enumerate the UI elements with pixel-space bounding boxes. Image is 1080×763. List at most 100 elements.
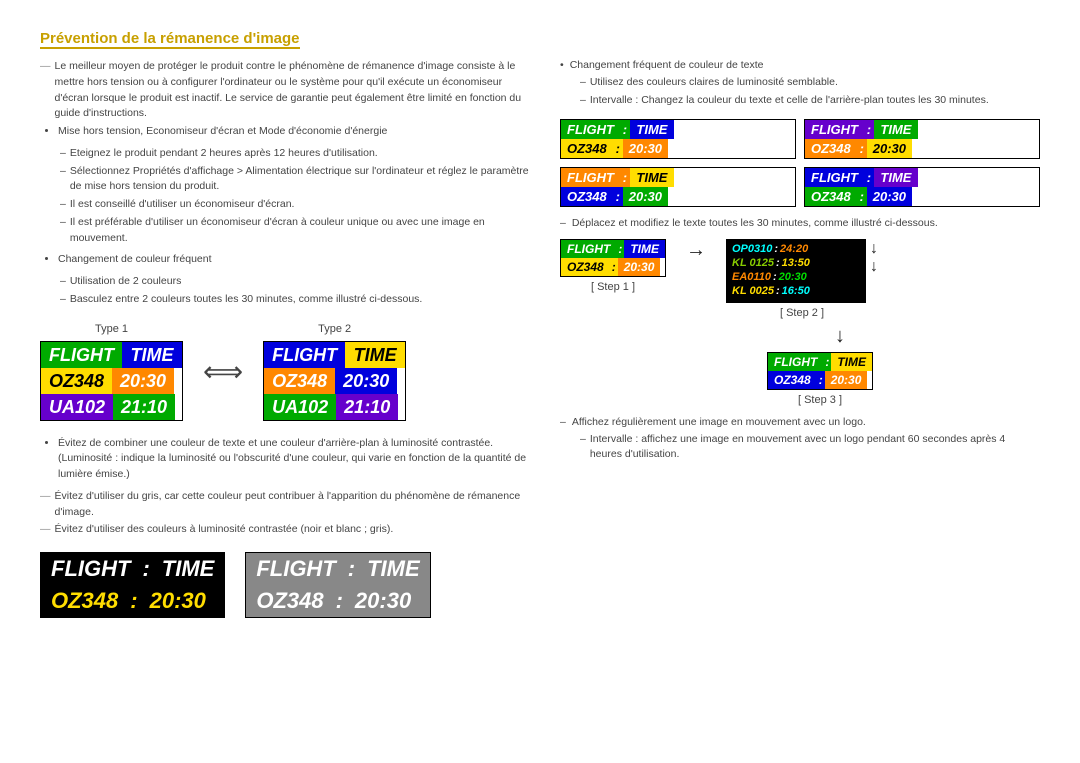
bottom-boards: FLIGHT : TIME OZ348 : 20:30 FLIGHT <box>40 552 530 618</box>
scroll-sep4: : <box>776 285 780 297</box>
right-sub1b: Intervalle : Changez la couleur du texte… <box>560 93 1040 109</box>
t1-time-label: TIME <box>122 342 182 368</box>
t2-ua102-time: 21:10 <box>336 394 398 420</box>
scroll-r4-t1: KL 0025 <box>732 285 774 297</box>
sub1c: Il est conseillé d'utiliser un économise… <box>40 197 530 213</box>
left-column: Le meilleur moyen de protéger le produit… <box>40 59 530 618</box>
t1-flight: FLIGHT <box>41 342 122 368</box>
t2-oz348: OZ348 <box>264 368 335 394</box>
dash3-text: Évitez d'utiliser des couleurs à luminos… <box>40 522 530 538</box>
s1-flight: FLIGHT <box>561 240 616 258</box>
cb4-time: TIME <box>874 168 918 187</box>
arrow-right-section: → <box>686 239 706 272</box>
type1-section: Type 1 FLIGHT TIME OZ348 20:30 UA102 21:… <box>40 323 183 421</box>
scroll-row1: OP0310 : 24:20 <box>732 243 860 255</box>
cb4-oz: OZ348 <box>805 187 857 206</box>
s1-tv: 20:30 <box>618 258 661 276</box>
bb-colon2: : <box>128 585 139 617</box>
t2-ua102: UA102 <box>264 394 336 420</box>
type2-label: Type 2 <box>263 323 406 335</box>
step3-arrow-section: ↓ <box>640 325 1040 348</box>
s1-sep: : <box>616 240 624 258</box>
cb3-tv: 20:30 <box>623 187 668 206</box>
cb3-flight: FLIGHT <box>561 168 620 187</box>
s3-tv: 20:30 <box>825 371 868 389</box>
cb4-sep2: : <box>857 187 867 206</box>
down-arrows: ↓ ↓ <box>870 239 878 275</box>
bullet2-text: Changement de couleur fréquent <box>58 252 530 268</box>
cb4-flight: FLIGHT <box>805 168 864 187</box>
sub2b: Basculez entre 2 couleurs toutes les 30 … <box>40 292 530 308</box>
color-board-1: FLIGHT : TIME OZ348 : 20:30 <box>560 119 796 159</box>
t1-ua102: UA102 <box>41 394 113 420</box>
cb1-oz: OZ348 <box>561 139 613 158</box>
step1-board: FLIGHT : TIME OZ348 : 20:30 <box>560 239 666 277</box>
cb4-sep: : <box>864 168 874 187</box>
cb3-sep2: : <box>613 187 623 206</box>
step3-label: [ Step 3 ] <box>798 394 842 406</box>
cb1-time: TIME <box>630 120 674 139</box>
right-dash2: Affichez régulièrement une image en mouv… <box>560 416 1040 428</box>
s3-flight: FLIGHT <box>768 353 823 371</box>
right-dash1: Déplacez et modifiez le texte toutes les… <box>560 217 1040 229</box>
cb2-tv: 20:30 <box>867 139 912 158</box>
s1-oz: OZ348 <box>561 258 610 276</box>
type2-section: Type 2 FLIGHT TIME OZ348 20:30 UA102 21:… <box>263 323 406 421</box>
step2-label: [ Step 2 ] <box>780 307 824 319</box>
gb-colon2: : <box>334 585 345 617</box>
s1-time: TIME <box>624 240 665 258</box>
intro-text: Le meilleur moyen de protéger le produit… <box>40 59 530 122</box>
scroll-row4: KL 0025 : 16:50 <box>732 285 860 297</box>
arrow-right-icon: → <box>686 239 706 262</box>
cb2-oz: OZ348 <box>805 139 857 158</box>
scroll-r2-t1: KL 0125 <box>732 257 774 269</box>
t1-time-val: 20:30 <box>112 368 174 394</box>
s3-sep: : <box>823 353 831 371</box>
scroll-sep1: : <box>774 243 778 255</box>
right-bullet1: Changement fréquent de couleur de texte <box>560 59 1040 71</box>
down-arrow-2: ↓ <box>870 259 878 275</box>
scroll-r1-t2: 24:20 <box>780 243 808 255</box>
gb-oz348: OZ348 <box>246 585 333 617</box>
cb2-sep2: : <box>857 139 867 158</box>
color-board-4: FLIGHT : TIME OZ348 : 20:30 <box>804 167 1040 207</box>
scrolling-board: OP0310 : 24:20 KL 0125 : 13:50 EA0110 : <box>726 239 866 303</box>
right-sub2: Intervalle : affichez une image en mouve… <box>560 432 1040 464</box>
sub2a: Utilisation de 2 couleurs <box>40 274 530 290</box>
bottom-board-gray: FLIGHT : TIME OZ348 : 20:30 <box>245 552 430 618</box>
step3-down-arrow: ↓ <box>835 325 845 348</box>
cb4-tv: 20:30 <box>867 187 912 206</box>
cb1-sep: : <box>620 120 630 139</box>
type2-board: FLIGHT TIME OZ348 20:30 UA102 21:10 <box>263 341 406 421</box>
bb-flight: FLIGHT <box>41 553 140 585</box>
right-column: Changement fréquent de couleur de texte … <box>560 59 1040 618</box>
t2-time-val: 20:30 <box>335 368 397 394</box>
bottom-board-black: FLIGHT : TIME OZ348 : 20:30 <box>40 552 225 618</box>
type1-board: FLIGHT TIME OZ348 20:30 UA102 21:10 <box>40 341 183 421</box>
cb1-sep2: : <box>613 139 623 158</box>
scroll-r1-t1: OP0310 <box>732 243 772 255</box>
cb3-oz: OZ348 <box>561 187 613 206</box>
scroll-r3-t1: EA0110 <box>732 271 771 283</box>
type1-label: Type 1 <box>40 323 183 335</box>
black-board: FLIGHT : TIME OZ348 : 20:30 <box>40 552 225 618</box>
color-board-3: FLIGHT : TIME OZ348 : 20:30 <box>560 167 796 207</box>
t1-ua102-time: 21:10 <box>113 394 175 420</box>
bb-time-val: 20:30 <box>140 585 216 617</box>
step2-box: OP0310 : 24:20 KL 0125 : 13:50 EA0110 : <box>726 239 878 319</box>
cb2-time: TIME <box>874 120 918 139</box>
step3-board: FLIGHT : TIME OZ348 : 20:30 <box>767 352 873 390</box>
scroll-r4-t2: 16:50 <box>782 285 810 297</box>
color-board-2: FLIGHT : TIME OZ348 : 20:30 <box>804 119 1040 159</box>
s3-time: TIME <box>831 353 872 371</box>
page-title: Prévention de la rémanence d'image <box>40 30 300 49</box>
s3-sep2: : <box>817 371 825 389</box>
scroll-sep2: : <box>776 257 780 269</box>
bb-oz348: OZ348 <box>41 585 128 617</box>
color-grid: FLIGHT : TIME OZ348 : 20:30 FLIGHT : TIM… <box>560 119 1040 207</box>
gb-flight: FLIGHT <box>246 553 345 585</box>
gb-colon: : <box>346 553 357 585</box>
gb-time-val: 20:30 <box>345 585 421 617</box>
bullet3-text: Évitez de combiner une couleur de texte … <box>58 436 530 483</box>
scroll-row3: EA0110 : 20:30 <box>732 271 860 283</box>
